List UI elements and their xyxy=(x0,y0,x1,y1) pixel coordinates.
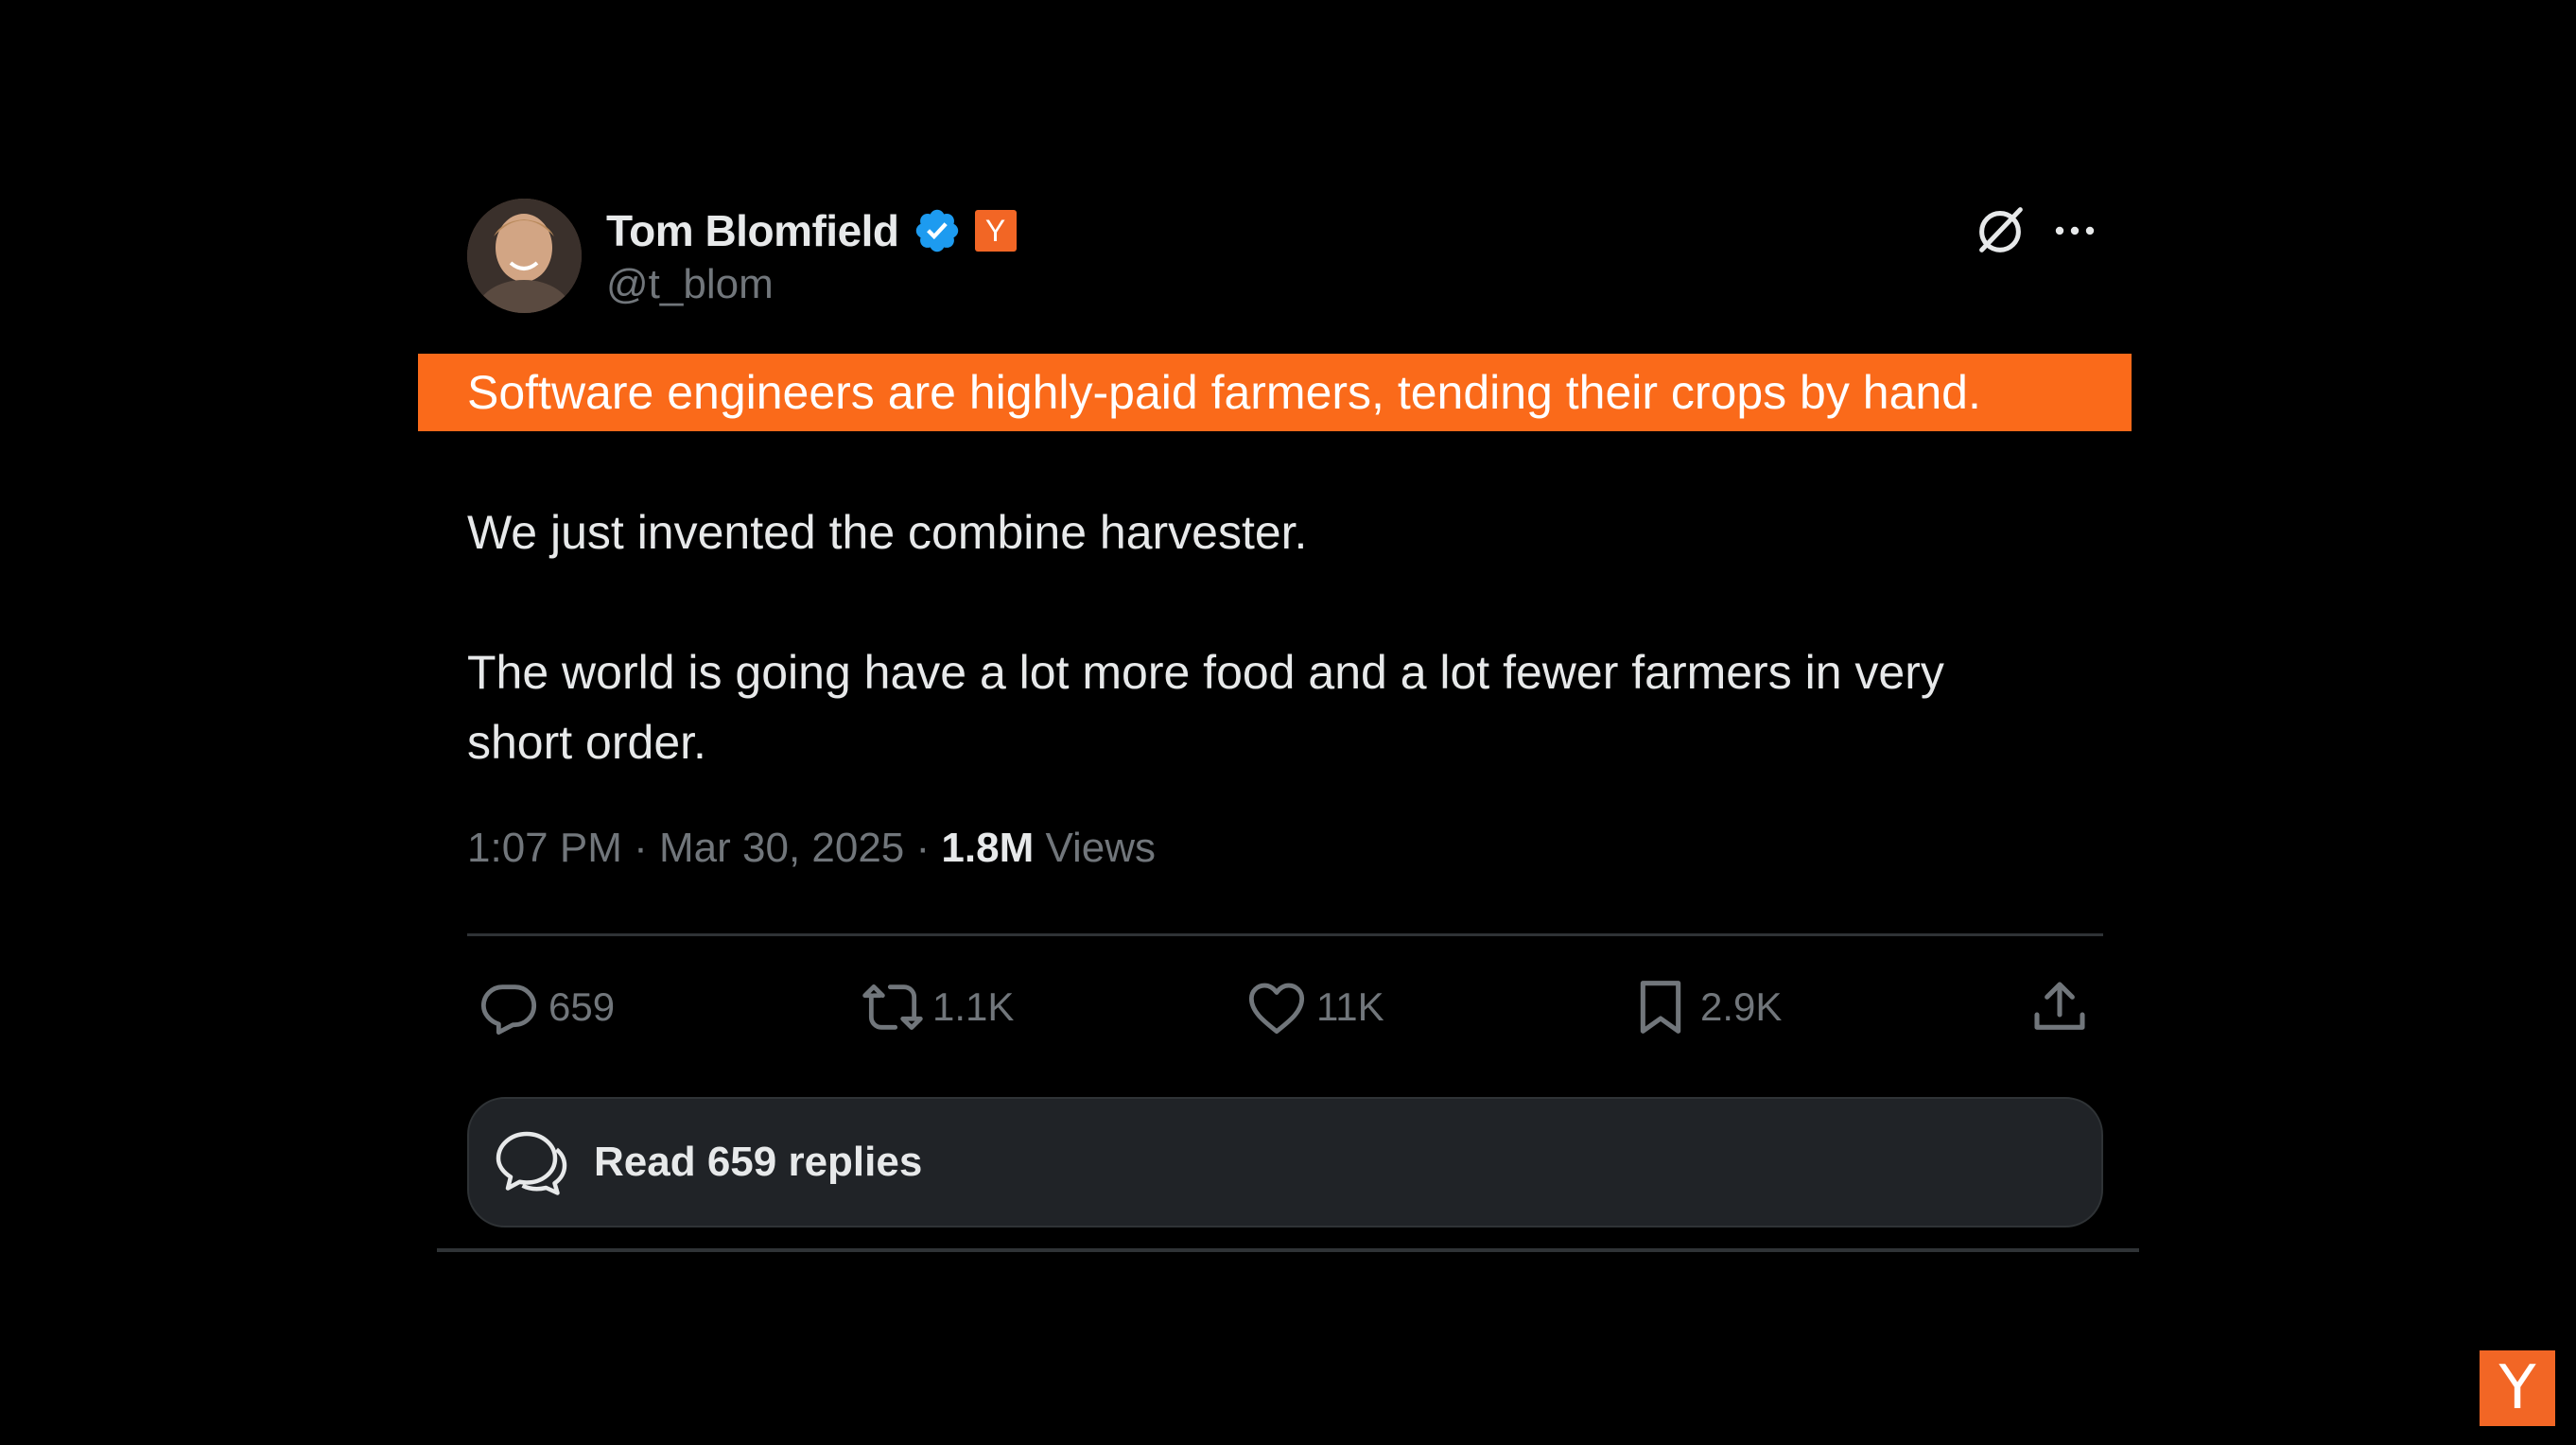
bookmark-count: 2.9K xyxy=(1700,984,1783,1029)
highlighted-text-banner: Software engineers are highly-paid farme… xyxy=(418,354,2132,431)
repost-icon xyxy=(862,984,923,1030)
tweet-text-line: The world is going have a lot more food … xyxy=(467,646,1944,699)
read-replies-label: Read 659 replies xyxy=(594,1139,923,1185)
meta-separator: · xyxy=(915,825,931,871)
author-name[interactable]: Tom Blomfield xyxy=(606,205,899,256)
more-icon[interactable] xyxy=(2052,208,2097,253)
avatar[interactable] xyxy=(467,199,582,313)
repost-button[interactable]: 1.1K xyxy=(862,965,1014,1050)
tweet-text-line: short order. xyxy=(467,716,706,769)
views-count: 1.8M xyxy=(941,825,1035,871)
read-replies-button[interactable]: Read 659 replies xyxy=(467,1097,2103,1227)
bookmark-icon xyxy=(1640,981,1681,1034)
tweet-time[interactable]: 1:07 PM xyxy=(467,825,622,871)
reply-count: 659 xyxy=(548,984,616,1029)
replies-bubble-icon xyxy=(496,1131,567,1195)
verified-icon xyxy=(913,206,962,255)
highlighted-text: Software engineers are highly-paid farme… xyxy=(467,366,1981,419)
author-row: Tom Blomfield Y xyxy=(606,202,1017,259)
grok-icon[interactable] xyxy=(1971,200,2029,259)
author-handle[interactable]: @t_blom xyxy=(606,261,774,308)
action-bar: 659 1.1K 11K 2.9K xyxy=(467,965,2103,1050)
reply-icon xyxy=(480,984,537,1036)
tweet-meta: 1:07 PM · Mar 30, 2025 · 1.8M Views xyxy=(467,825,1156,872)
like-count: 11K xyxy=(1316,984,1384,1029)
yc-badge: Y xyxy=(974,210,1017,252)
meta-separator: · xyxy=(634,825,648,871)
tweet-date[interactable]: Mar 30, 2025 xyxy=(659,825,904,871)
share-button[interactable] xyxy=(2029,965,2090,1050)
like-icon xyxy=(1248,983,1305,1034)
repost-count: 1.1K xyxy=(932,984,1015,1029)
bookmark-button[interactable]: 2.9K xyxy=(1630,965,1782,1050)
tweet-text-line: We just invented the combine harvester. xyxy=(467,506,1308,559)
reply-button[interactable]: 659 xyxy=(479,965,615,1050)
yc-watermark-logo: Y xyxy=(2480,1350,2555,1426)
like-button[interactable]: 11K xyxy=(1246,965,1384,1050)
video-frame xyxy=(0,0,2576,1445)
views-label: Views xyxy=(1045,825,1157,871)
bottom-rule xyxy=(437,1248,2139,1252)
divider xyxy=(467,933,2103,936)
share-icon xyxy=(2034,982,2085,1030)
